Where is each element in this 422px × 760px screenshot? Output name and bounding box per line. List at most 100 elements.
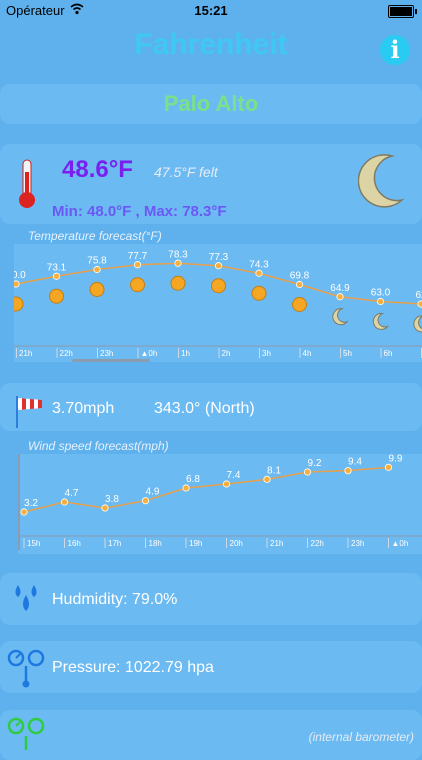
wind-forecast-label: Wind speed forecast(mph) (28, 439, 169, 453)
temperature-point (93, 265, 101, 274)
temperature-data-label: 64.9 (330, 283, 350, 294)
temperature-data-label: 73.1 (47, 262, 67, 273)
temperature-data-label: 77.7 (128, 251, 148, 262)
temperature-tick-label: 3h (262, 349, 271, 358)
sun-icon (170, 275, 186, 291)
city-card[interactable]: Palo Alto (0, 84, 422, 124)
temperature-forecast-scrollbar[interactable] (72, 359, 150, 362)
temperature-point (133, 261, 142, 269)
city-name: Palo Alto (163, 91, 259, 116)
wind-tick-label: 15h (27, 539, 40, 548)
barometer-icon (7, 717, 45, 750)
current-temperature: 48.6°F (62, 156, 133, 183)
wind-forecast-chart[interactable]: 3.2 4.7 3.8 4.9 6.8 7.4 8.1 9.2 9.4 9.9 15h 16h 17h 1… (18, 453, 422, 554)
status-bar: Opérateur 15:21 (0, 0, 422, 22)
wind-point (141, 497, 150, 505)
temperature-tick-label: ▲0h (141, 349, 158, 358)
wind-speed: 3.70mph (52, 400, 115, 417)
wind-point (384, 463, 393, 471)
wind-point (263, 475, 271, 483)
temperature-tick-label: 1h (181, 349, 190, 358)
wind-data-label: 6.8 (186, 474, 200, 485)
wind-data-label: 9.4 (348, 457, 362, 468)
temperature-point (417, 300, 422, 308)
humidity-drops-icon (15, 585, 37, 611)
sun-icon (89, 282, 105, 297)
temperature-data-label: 70.0 (14, 270, 26, 281)
barometer-note: (internal barometer) (308, 730, 414, 744)
felt-temperature: 47.5°F felt (154, 164, 218, 180)
min-max-temperature: Min: 48.0°F , Max: 78.3°F (52, 203, 227, 220)
wind-data-label: 9.2 (308, 458, 322, 469)
moon-icon (358, 154, 405, 208)
temperature-data-label: 77.3 (209, 252, 229, 263)
temperature-tick-label: 23h (100, 349, 113, 358)
wind-tick-label: 22h (311, 539, 324, 548)
wind-point (101, 504, 109, 512)
wind-direction: 343.0° (North) (154, 400, 255, 417)
temperature-point (295, 280, 304, 289)
humidity-value: Hudmidity: 79.0% (52, 591, 178, 608)
temperature-point (336, 293, 344, 301)
temperature-point (52, 272, 61, 280)
wind-data-label: 8.1 (267, 465, 281, 476)
temperature-tick-label: 21h (19, 349, 32, 358)
wind-data-label: 4.7 (65, 488, 79, 499)
wind-tick-label: 20h (230, 539, 243, 548)
wind-point (20, 508, 28, 516)
pressure-value: Pressure: 1022.79 hpa (52, 659, 214, 676)
wind-tick-label: 16h (68, 539, 81, 548)
wind-point (60, 498, 69, 506)
temperature-tick-label: 4h (303, 349, 312, 358)
thermometer-icon (19, 159, 35, 208)
temperature-forecast-chart[interactable]: 70.0 73.1 75.8 77.7 78.3 77.3 74.3 69.8 64.9 63.0… (6, 244, 422, 362)
temperature-tick-label: 22h (60, 349, 73, 358)
wind-tick-label: 19h (189, 539, 202, 548)
sun-icon (130, 277, 145, 293)
temperature-tick-label: 6h (384, 349, 393, 358)
temperature-data-label: 62 (415, 290, 422, 301)
wind-point (182, 484, 190, 492)
temperature-point (255, 269, 263, 277)
sun-icon (49, 288, 64, 304)
moon-icon (413, 315, 422, 333)
temperature-tick-label: 5h (343, 349, 352, 358)
temperature-tick-label: 2h (222, 349, 231, 358)
wind-data-label: 4.9 (146, 487, 160, 498)
wind-tick-label: 23h (351, 539, 364, 548)
wind-forecast-svg: 3.2 4.7 3.8 4.9 6.8 7.4 8.1 9.2 9.4 9.9 15h 16h 17h 1… (18, 453, 422, 550)
windsock-icon (16, 396, 42, 428)
wind-line (23, 466, 389, 513)
wind-tick-label: ▲0h (392, 539, 409, 548)
wind-tick-label: 18h (149, 539, 162, 548)
wind-tick-label: 17h (108, 539, 121, 548)
pressure-gauge-icon (7, 649, 45, 688)
status-time: 15:21 (194, 3, 228, 18)
sun-icon (292, 297, 307, 312)
wind-data-label: 3.2 (24, 498, 38, 509)
sun-icon (8, 296, 24, 312)
temperature-data-label: 74.3 (249, 259, 269, 270)
battery-icon (388, 5, 417, 18)
wind-point (222, 480, 231, 488)
wind-point (303, 468, 312, 476)
app-title: Fahrenheit (134, 28, 288, 61)
sun-icon (211, 278, 226, 294)
temperature-data-label: 75.8 (87, 256, 107, 267)
temperature-point (376, 297, 385, 306)
temperature-data-label: 63.0 (371, 288, 391, 299)
wind-tick-label: 21h (270, 539, 283, 548)
temperature-point (214, 262, 223, 270)
wind-data-label: 7.4 (227, 470, 241, 481)
temperature-forecast-label: Temperature forecast(°F) (28, 229, 162, 243)
temperature-data-label: 78.3 (168, 249, 188, 260)
moon-icon (372, 312, 390, 330)
moon-icon (332, 308, 349, 326)
temperature-point (174, 259, 182, 267)
wind-point (344, 467, 352, 475)
temperature-forecast-svg: 70.0 73.1 75.8 77.7 78.3 77.3 74.3 69.8 64.9 63.0… (6, 249, 422, 358)
wind-data-label: 3.8 (105, 494, 119, 505)
info-button[interactable]: i (380, 35, 410, 65)
sun-icon (251, 285, 267, 301)
wind-data-label: 9.9 (389, 454, 403, 464)
